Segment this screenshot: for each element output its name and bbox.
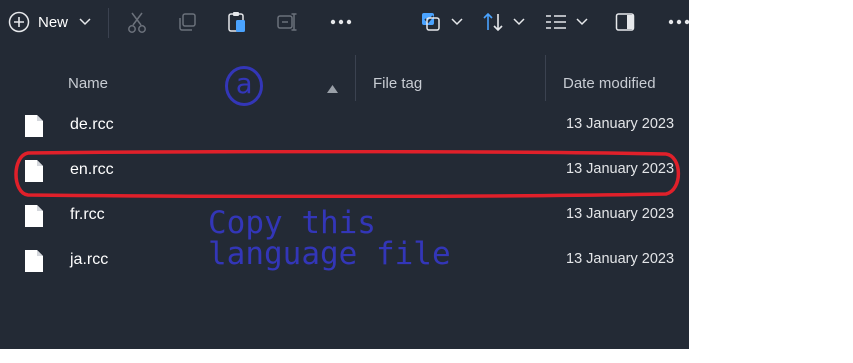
details-pane-icon — [615, 12, 635, 32]
sort-icon — [482, 11, 504, 33]
command-bar: New — [0, 0, 689, 45]
column-header-row: Name File tag Date modified — [0, 55, 689, 101]
column-divider[interactable] — [355, 55, 356, 101]
column-header-date-modified[interactable]: Date modified — [563, 75, 656, 92]
chevron-down-icon — [450, 17, 464, 27]
column-header-name[interactable]: Name — [68, 75, 108, 92]
view-icon — [545, 13, 567, 31]
select-icon — [420, 11, 442, 33]
annotation-note: Copy this language file — [208, 205, 451, 272]
select-button[interactable] — [420, 8, 464, 36]
new-button[interactable]: New — [8, 8, 92, 36]
file-row[interactable]: de.rcc 13 January 2023 — [0, 106, 689, 146]
copy-button[interactable] — [176, 8, 198, 36]
document-icon — [24, 249, 44, 278]
file-date-modified: 13 January 2023 — [566, 206, 675, 222]
rename-icon — [276, 11, 298, 33]
chevron-down-icon — [575, 17, 589, 27]
add-icon — [8, 11, 30, 33]
column-header-file-tag[interactable]: File tag — [373, 75, 422, 92]
sort-button[interactable] — [482, 8, 526, 36]
cut-button[interactable] — [126, 8, 148, 36]
more-options-overflow-button[interactable] — [668, 8, 689, 36]
document-icon — [24, 114, 44, 143]
details-pane-button[interactable] — [615, 8, 635, 36]
rename-button[interactable] — [276, 8, 298, 36]
sort-ascending-icon — [327, 80, 338, 98]
cut-icon — [126, 10, 148, 34]
chevron-down-icon — [512, 17, 526, 27]
highlight-ellipse — [14, 150, 681, 198]
more-icon — [668, 19, 689, 25]
annotation-marker-letter: a — [235, 67, 253, 100]
new-label: New — [38, 13, 69, 31]
view-button[interactable] — [545, 8, 589, 36]
file-date-modified: 13 January 2023 — [566, 116, 675, 132]
file-name: fr.rcc — [70, 206, 105, 223]
file-name: de.rcc — [70, 116, 114, 133]
file-name: ja.rcc — [70, 251, 109, 268]
annotation-marker: a — [224, 65, 264, 107]
more-icon — [330, 19, 352, 25]
file-explorer-window: New Name File tag Date modified de.rcc 1… — [0, 0, 689, 349]
column-divider[interactable] — [545, 55, 546, 101]
chevron-down-icon — [78, 17, 92, 27]
copy-icon — [176, 11, 198, 33]
file-date-modified: 13 January 2023 — [566, 251, 675, 267]
document-icon — [24, 204, 44, 233]
paste-button[interactable] — [226, 8, 248, 36]
more-options-button[interactable] — [330, 8, 352, 36]
paste-icon — [226, 10, 248, 34]
toolbar-divider — [108, 8, 109, 38]
